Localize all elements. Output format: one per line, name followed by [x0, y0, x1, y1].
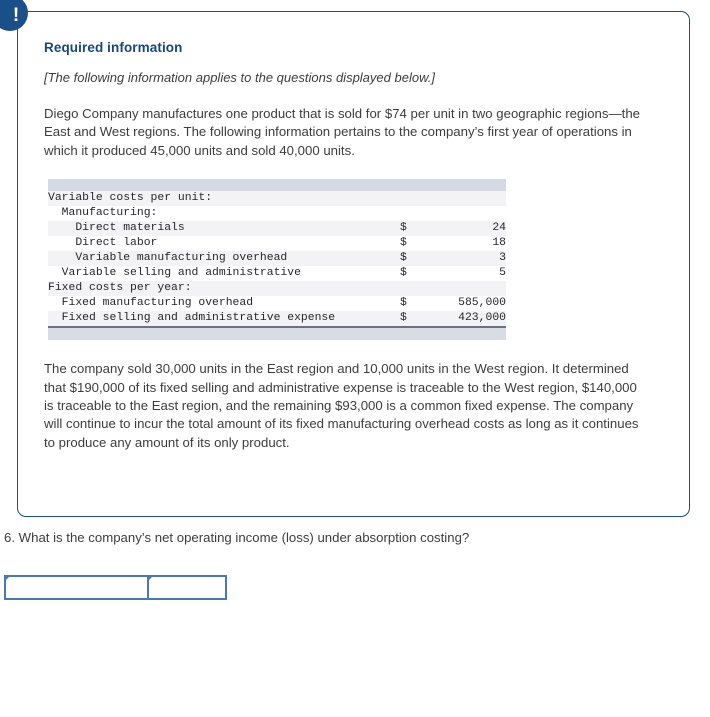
currency-symbol: $ [400, 311, 436, 327]
currency-symbol [400, 206, 436, 222]
table-row: Manufacturing: [48, 206, 506, 222]
table-row: Direct labor $18 [48, 236, 506, 252]
intro-paragraph: Diego Company manufactures one product t… [44, 106, 640, 158]
currency-symbol: $ [400, 251, 436, 267]
currency-symbol [400, 281, 436, 297]
cost-value: 24 [436, 221, 506, 237]
cost-value [436, 206, 506, 222]
cost-table: Variable costs per unit: Manufacturing: … [48, 179, 506, 341]
cost-label: Manufacturing: [48, 206, 400, 222]
cost-value: 423,000 [436, 311, 506, 327]
cost-value: 5 [436, 266, 506, 282]
cost-label: Direct labor [48, 236, 400, 252]
applies-note: [The following information applies to th… [44, 70, 435, 85]
table-row: Fixed selling and administrative expense… [48, 311, 506, 327]
cost-label: Variable selling and administrative [48, 266, 400, 282]
cost-label: Variable manufacturing overhead [48, 251, 400, 267]
answer-row [4, 575, 227, 600]
cost-label: Direct materials [48, 221, 400, 237]
question-prompt: 6. What is the company’s net operating i… [4, 530, 470, 545]
cost-table-body: Variable costs per unit: Manufacturing: … [48, 191, 506, 327]
cost-table-header-bar [48, 179, 506, 192]
cost-label: Fixed selling and administrative expense [48, 311, 400, 327]
cost-value: 585,000 [436, 296, 506, 312]
table-row: Variable manufacturing overhead $3 [48, 251, 506, 267]
required-information-card: Required information [The following info… [17, 11, 690, 517]
cost-label: Variable costs per unit: [48, 191, 400, 207]
closing-paragraph: The company sold 30,000 units in the Eas… [44, 361, 639, 450]
table-row: Direct materials $24 [48, 221, 506, 237]
cost-value [436, 191, 506, 207]
cost-label: Fixed costs per year: [48, 281, 400, 297]
answer-cell-1-wrap [4, 575, 149, 600]
exclamation-icon: ! [12, 4, 20, 26]
answer-value-input[interactable] [147, 575, 227, 600]
cost-table-footer-bar [48, 326, 506, 341]
table-row: Variable selling and administrative $5 [48, 266, 506, 282]
cost-value [436, 281, 506, 297]
table-row: Fixed costs per year: [48, 281, 506, 297]
answer-cell-2-wrap [147, 575, 227, 600]
table-row: Variable costs per unit: [48, 191, 506, 207]
currency-symbol: $ [400, 296, 436, 312]
currency-symbol: $ [400, 266, 436, 282]
cost-table-rows: Variable costs per unit: Manufacturing: … [48, 191, 506, 327]
cost-value: 18 [436, 236, 506, 252]
page-title: Required information [44, 40, 183, 55]
card-content: Required information [The following info… [18, 12, 689, 452]
currency-symbol [400, 191, 436, 207]
answer-label-input[interactable] [4, 575, 149, 600]
cost-value: 3 [436, 251, 506, 267]
table-row: Fixed manufacturing overhead $585,000 [48, 296, 506, 312]
currency-symbol: $ [400, 236, 436, 252]
currency-symbol: $ [400, 221, 436, 237]
cost-label: Fixed manufacturing overhead [48, 296, 400, 312]
